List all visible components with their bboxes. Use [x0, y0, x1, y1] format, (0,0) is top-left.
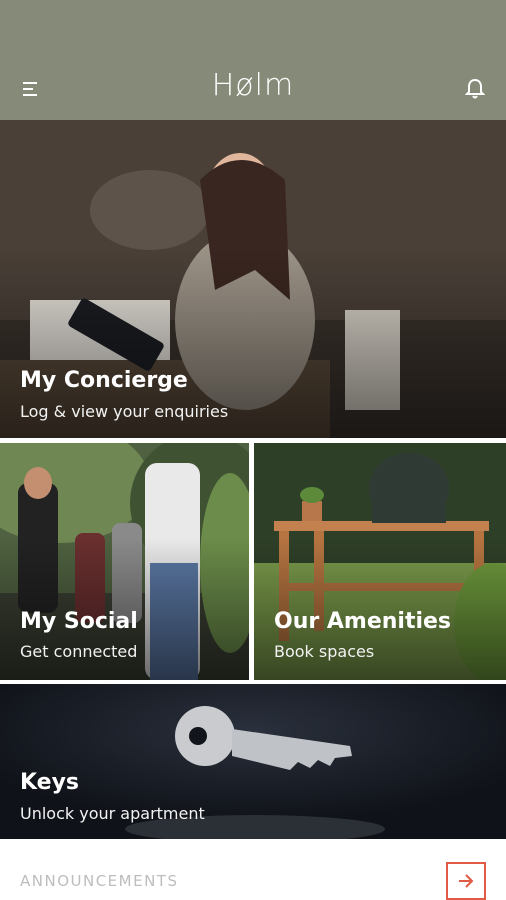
arrow-right-icon: [459, 874, 474, 888]
amenities-title: Our Amenities: [274, 609, 452, 634]
amenities-card[interactable]: Our Amenities Book spaces: [254, 443, 506, 680]
social-card[interactable]: My Social Get connected: [0, 443, 249, 680]
amenities-subtitle: Book spaces: [274, 642, 375, 661]
brand-logo: Hølm: [211, 68, 295, 103]
keys-title: Keys: [20, 770, 80, 795]
concierge-title: My Concierge: [20, 368, 188, 393]
announcements-bar: ANNOUNCEMENTS: [0, 840, 506, 900]
notifications-button[interactable]: [460, 74, 490, 104]
social-title: My Social: [20, 609, 138, 634]
bell-icon: [465, 78, 485, 99]
concierge-subtitle: Log & view your enquiries: [20, 402, 229, 421]
concierge-card[interactable]: My Concierge Log & view your enquiries: [0, 120, 506, 438]
app-header: Hølm: [0, 0, 506, 120]
keys-card[interactable]: Keys Unlock your apartment: [0, 684, 506, 839]
social-subtitle: Get connected: [20, 642, 138, 661]
announcements-arrow-button[interactable]: [446, 862, 486, 900]
keys-subtitle: Unlock your apartment: [20, 804, 205, 823]
announcements-label: ANNOUNCEMENTS: [20, 872, 179, 890]
